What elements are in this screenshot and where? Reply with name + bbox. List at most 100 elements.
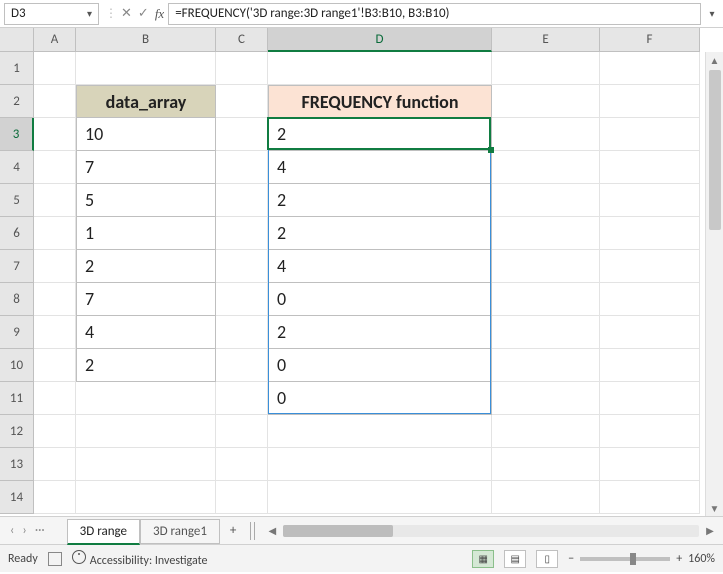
cell-C10[interactable] [216,349,268,382]
select-all-triangle[interactable] [0,28,34,52]
cell-D13[interactable] [268,448,492,481]
cell-E9[interactable] [492,316,600,349]
cell-F12[interactable] [600,415,700,448]
add-sheet-button[interactable]: + [220,523,246,538]
cell-F8[interactable] [600,283,700,316]
cell-E12[interactable] [492,415,600,448]
cell-D10[interactable]: 0 [268,349,492,382]
cell-A6[interactable] [34,217,76,250]
cell-D5[interactable]: 2 [268,184,492,217]
cell-E3[interactable] [492,118,600,151]
cell-F5[interactable] [600,184,700,217]
cell-C7[interactable] [216,250,268,283]
fx-icon[interactable]: fx [155,6,164,22]
cell-C11[interactable] [216,382,268,415]
row-header-5[interactable]: 5 [0,184,34,217]
cell-E2[interactable] [492,85,600,118]
formula-expand-icon[interactable]: ▾ [701,7,723,20]
cell-B7[interactable]: 2 [76,250,216,283]
cell-F7[interactable] [600,250,700,283]
cell-B6[interactable]: 1 [76,217,216,250]
cell-A1[interactable] [34,52,76,85]
cell-D14[interactable] [268,481,492,514]
cell-E1[interactable] [492,52,600,85]
cell-A9[interactable] [34,316,76,349]
hscroll-thumb[interactable] [283,525,393,537]
cell-E4[interactable] [492,151,600,184]
cell-A8[interactable] [34,283,76,316]
cell-D6[interactable]: 2 [268,217,492,250]
accessibility-indicator[interactable]: Accessibility: Investigate [72,550,208,568]
cell-B10[interactable]: 2 [76,349,216,382]
zoom-slider[interactable] [580,557,670,561]
status-macro-icon[interactable] [48,552,62,566]
cell-A4[interactable] [34,151,76,184]
row-header-7[interactable]: 7 [0,250,34,283]
cell-E11[interactable] [492,382,600,415]
row-header-12[interactable]: 12 [0,415,34,448]
cell-A12[interactable] [34,415,76,448]
cell-F9[interactable] [600,316,700,349]
cell-F1[interactable] [600,52,700,85]
column-header-A[interactable]: A [34,28,76,52]
cell-A2[interactable] [34,85,76,118]
cell-E13[interactable] [492,448,600,481]
cell-F14[interactable] [600,481,700,514]
scroll-down-icon[interactable]: ▼ [706,500,723,516]
cell-E8[interactable] [492,283,600,316]
row-header-3[interactable]: 3 [0,118,34,151]
cell-D7[interactable]: 4 [268,250,492,283]
cell-D12[interactable] [268,415,492,448]
sheet-nav-prev-icon[interactable]: ‹ [10,523,14,538]
cell-E7[interactable] [492,250,600,283]
cell-D3[interactable]: 2 [268,118,492,151]
row-header-1[interactable]: 1 [0,52,34,85]
sheet-nav-more-icon[interactable]: ··· [35,523,45,538]
hscroll-right-icon[interactable]: ▶ [703,524,717,537]
cell-D8[interactable]: 0 [268,283,492,316]
row-header-2[interactable]: 2 [0,85,34,118]
cell-C3[interactable] [216,118,268,151]
view-pagebreak-icon[interactable]: ▯ [536,550,558,568]
cell-E5[interactable] [492,184,600,217]
cell-C9[interactable] [216,316,268,349]
cell-D9[interactable]: 2 [268,316,492,349]
cell-F10[interactable] [600,349,700,382]
cell-B2[interactable]: data_array [76,85,216,118]
cell-F6[interactable] [600,217,700,250]
column-header-E[interactable]: E [492,28,600,52]
cell-D11[interactable]: 0 [268,382,492,415]
vscroll-thumb[interactable] [709,70,721,230]
cell-D4[interactable]: 4 [268,151,492,184]
cell-C8[interactable] [216,283,268,316]
cell-B3[interactable]: 10 [76,118,216,151]
cell-B4[interactable]: 7 [76,151,216,184]
cell-C5[interactable] [216,184,268,217]
row-header-4[interactable]: 4 [0,151,34,184]
cell-C12[interactable] [216,415,268,448]
cell-E14[interactable] [492,481,600,514]
column-header-B[interactable]: B [76,28,216,52]
enter-icon[interactable]: ✓ [138,6,149,21]
sheet-tab-active[interactable]: 3D range [67,519,140,545]
vertical-scrollbar[interactable]: ▲ ▼ [705,52,723,516]
tab-scroll-divider[interactable] [250,522,255,540]
scroll-up-icon[interactable]: ▲ [706,52,723,68]
cell-C2[interactable] [216,85,268,118]
cell-C4[interactable] [216,151,268,184]
cell-B14[interactable] [76,481,216,514]
cell-F11[interactable] [600,382,700,415]
zoom-in-icon[interactable]: + [676,552,682,566]
name-box[interactable]: D3 ▾ [4,3,99,25]
row-header-13[interactable]: 13 [0,448,34,481]
zoom-knob[interactable] [630,553,636,565]
cells-area[interactable]: data_arrayFREQUENCY function102745212247… [34,52,700,514]
formula-input[interactable]: =FREQUENCY('3D range:3D range1'!B3:B10, … [168,3,701,25]
sheet-tab-inactive[interactable]: 3D range1 [140,519,220,544]
cancel-icon[interactable]: ✕ [121,6,132,21]
row-header-14[interactable]: 14 [0,481,34,514]
horizontal-scrollbar[interactable]: ◀ ▶ [259,524,723,537]
name-box-dropdown-icon[interactable]: ▾ [87,7,92,20]
column-header-C[interactable]: C [216,28,268,52]
cell-E6[interactable] [492,217,600,250]
